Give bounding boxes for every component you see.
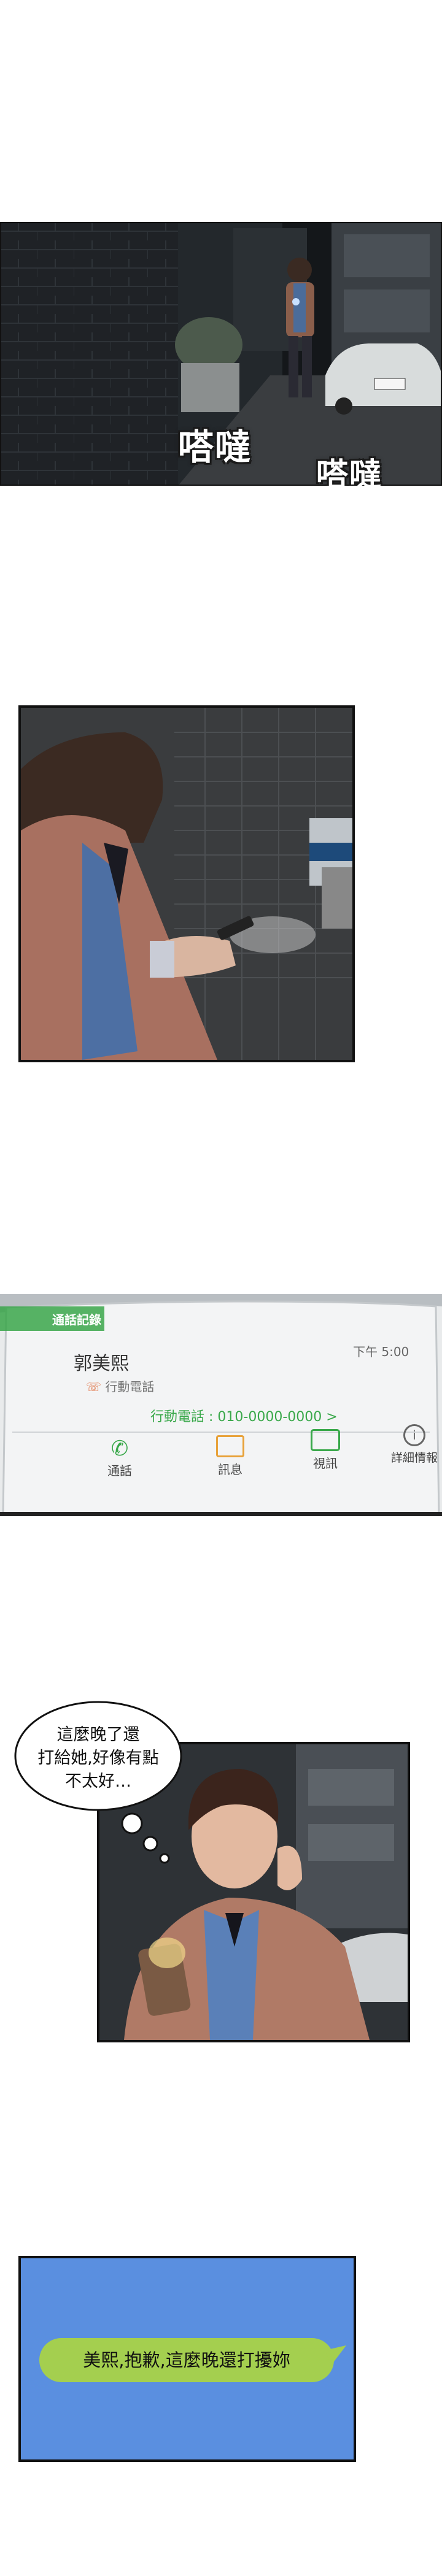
panel-message-compose: 美熙,抱歉,這麼晚還打擾妳 <box>18 2256 356 2462</box>
phone-icon: ✆ <box>110 1436 129 1461</box>
phone-small-icon: ☏ <box>86 1379 102 1394</box>
action-video-label: 視訊 <box>313 1456 338 1471</box>
action-message[interactable]: 訊息 <box>203 1430 258 1478</box>
action-call-label: 通話 <box>107 1463 132 1478</box>
contact-type: ☏ 行動電話 <box>86 1377 154 1395</box>
thought-text: 這麼晚了還 打給她,好像有點 不太好… <box>15 1723 181 1793</box>
message-icon <box>216 1435 244 1457</box>
man-phone-illustration <box>21 708 352 1060</box>
thought-line-1: 這麼晚了還 <box>56 1725 140 1744</box>
action-info[interactable]: i 詳細情報 <box>387 1419 442 1465</box>
action-message-label: 訊息 <box>218 1462 242 1477</box>
call-time: 下午 5:00 <box>353 1344 409 1359</box>
phone-number-link[interactable]: 行動電話 : 010-0000-0000 > <box>150 1406 338 1425</box>
thought-line-2: 打給她,好像有點 <box>37 1749 159 1768</box>
action-info-label: 詳細情報 <box>390 1451 438 1465</box>
sfx-footstep-left: 嗒噠 <box>178 426 252 468</box>
action-call[interactable]: ✆ 通話 <box>92 1436 147 1479</box>
video-icon <box>311 1429 340 1451</box>
call-log-header: 通話記錄 <box>52 1313 101 1327</box>
thought-line-3: 不太好… <box>65 1772 131 1791</box>
panel-phone-call-log: 通話記錄 下午 5:00 郭美熙 ☏ 行動電話 行動電話 : 010-0000-… <box>0 1294 442 1516</box>
panel-street-night: 嗒噠 嗒噠 <box>0 222 442 486</box>
contact-name: 郭美熙 <box>74 1353 129 1374</box>
panel-man-with-phone <box>18 705 355 1062</box>
action-video[interactable]: 視訊 <box>298 1424 353 1471</box>
contact-type-label: 行動電話 <box>105 1379 155 1394</box>
message-text: 美熙,抱歉,這麼晚還打擾妳 <box>83 2350 290 2371</box>
info-icon: i <box>403 1424 425 1446</box>
action-bar: ✆ 通話 訊息 視訊 i 詳細情報 <box>0 1424 442 1504</box>
sfx-footstep-right: 嗒噠 <box>316 457 383 486</box>
